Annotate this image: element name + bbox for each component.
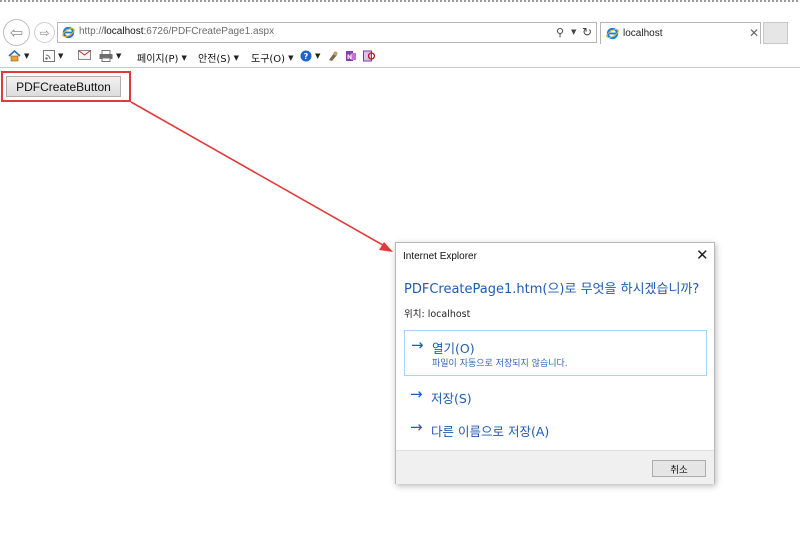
save-option[interactable]: → 저장(S) (404, 383, 707, 409)
home-button[interactable]: ▼ (8, 50, 29, 62)
arrow-right-icon: ⇨ (39, 25, 50, 40)
refresh-icon[interactable]: ↻ (582, 25, 592, 39)
forward-button[interactable]: ⇨ (34, 22, 55, 43)
highlight-box (1, 71, 131, 102)
onenote-button[interactable]: N (345, 50, 357, 62)
cancel-button[interactable]: 취소 (652, 460, 706, 477)
address-bar[interactable]: http://localhost:6726/PDFCreatePage1.asp… (57, 22, 597, 43)
save-as-option[interactable]: → 다른 이름으로 저장(A) (404, 416, 707, 442)
help-button[interactable]: ? ▼ (300, 50, 320, 62)
chevron-down-icon[interactable]: ▼ (571, 28, 576, 36)
browser-tab[interactable]: localhost ✕ (600, 22, 761, 44)
rss-feed-icon (43, 50, 55, 62)
open-option[interactable]: → 열기(O) 파일이 자동으로 저장되지 않습니다. (404, 330, 707, 376)
address-url[interactable]: http://localhost:6726/PDFCreatePage1.asp… (79, 26, 274, 37)
print-button[interactable]: ▼ (99, 50, 121, 62)
mail-icon (78, 50, 91, 60)
arrow-left-icon: ⇦ (9, 23, 24, 42)
addon-tool-icon (329, 51, 338, 61)
research-icon (363, 50, 376, 62)
chevron-down-icon: ▼ (233, 53, 239, 62)
new-tab-button[interactable] (763, 22, 788, 44)
ie-logo-icon (606, 27, 619, 40)
back-button[interactable]: ⇦ (3, 19, 30, 46)
onenote-icon: N (346, 51, 356, 61)
tools-menu[interactable]: 도구(O) ▼ (251, 50, 294, 66)
command-bar: ▼ ▼ ▼ 페이지(P) ▼ 안전(S) ▼ 도구(O) ▼ ? ▼ N (0, 47, 800, 67)
chevron-down-icon: ▼ (288, 53, 294, 62)
safety-menu[interactable]: 안전(S) ▼ (198, 50, 239, 66)
toolbar-separator (0, 67, 800, 68)
svg-text:N: N (347, 54, 352, 61)
open-option-description: 파일이 자동으로 저장되지 않습니다. (432, 359, 568, 369)
arrow-right-icon: → (411, 336, 424, 354)
print-icon (99, 50, 113, 62)
chevron-down-icon: ▼ (181, 53, 187, 62)
tab-title: localhost (623, 28, 663, 39)
open-option-label: 열기(O) (432, 341, 475, 356)
dialog-footer: 취소 (396, 450, 714, 484)
page-menu[interactable]: 페이지(P) ▼ (137, 50, 187, 66)
tab-close-icon[interactable]: ✕ (749, 26, 759, 40)
dialog-location: 위치: localhost (404, 309, 471, 320)
dialog-question: PDFCreatePage1.htm(으)로 무엇을 하시겠습니까? (404, 282, 700, 297)
home-icon (8, 50, 21, 62)
download-dialog: Internet Explorer ✕ PDFCreatePage1.htm(으… (395, 242, 715, 484)
save-option-label: 저장(S) (431, 391, 472, 406)
help-icon: ? (300, 50, 312, 62)
arrow-right-icon: → (410, 385, 423, 403)
addon-button-1[interactable] (327, 50, 339, 62)
ie-logo-icon (62, 26, 75, 39)
dialog-close-icon[interactable]: ✕ (696, 246, 709, 264)
mail-button[interactable] (78, 50, 91, 60)
arrow-right-icon: → (410, 418, 423, 436)
addon-button-2[interactable] (363, 50, 376, 62)
svg-text:?: ? (304, 52, 309, 61)
window-top-edge (0, 0, 800, 2)
search-icon[interactable]: ⚲ (556, 26, 564, 39)
save-as-option-label: 다른 이름으로 저장(A) (431, 424, 550, 439)
dialog-title: Internet Explorer (403, 251, 477, 262)
feeds-button[interactable]: ▼ (43, 50, 63, 62)
